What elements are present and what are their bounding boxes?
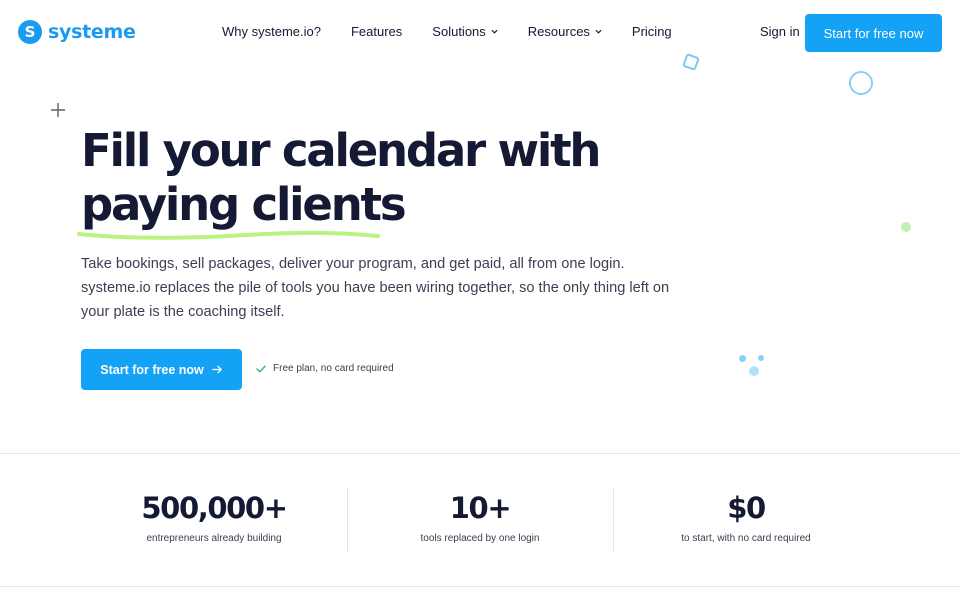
stat-value: $0 xyxy=(727,491,766,525)
logo-icon: S xyxy=(18,20,42,44)
stats-band: 500,000+ entrepreneurs already building … xyxy=(0,453,960,587)
nav-item-label: Pricing xyxy=(631,24,672,39)
stat-value: 500,000+ xyxy=(141,491,288,525)
nav-item-solutions[interactable]: Solutions xyxy=(432,24,498,39)
decorative-dot xyxy=(758,355,764,361)
hero-title-line2: paying clients xyxy=(81,178,407,231)
hero-cta-label: Start for free now xyxy=(100,362,204,377)
plus-icon xyxy=(51,103,65,117)
check-icon xyxy=(256,365,266,372)
chevron-down-icon xyxy=(491,29,498,34)
stat-label: to start, with no card required xyxy=(681,533,811,544)
nav-item-label: Solutions xyxy=(432,24,486,39)
site-header: S systeme Why systeme.io? Features Solut… xyxy=(0,0,960,66)
stat-label: entrepreneurs already building xyxy=(146,533,282,544)
decorative-dot xyxy=(749,366,759,376)
header-cta-button[interactable]: Start for free now xyxy=(805,14,942,52)
chevron-down-icon xyxy=(595,29,602,34)
nav-item-pricing[interactable]: Pricing xyxy=(632,24,672,39)
nav-item-resources[interactable]: Resources xyxy=(528,24,602,39)
decorative-dot xyxy=(901,222,911,232)
hero-description: Take bookings, sell packages, deliver yo… xyxy=(81,256,670,320)
nav-item-label: Why systeme.io? xyxy=(222,24,321,39)
nav-item-label: Features xyxy=(350,24,403,39)
nav-item-label: Resources xyxy=(527,24,590,39)
hero-cta-button[interactable]: Start for free now xyxy=(81,349,242,390)
free-plan-note: Free plan, no card required xyxy=(256,363,394,374)
sign-in-link[interactable]: Sign in xyxy=(760,24,800,39)
free-plan-note-text: Free plan, no card required xyxy=(273,363,394,374)
stat-item: 500,000+ entrepreneurs already building xyxy=(81,454,347,586)
nav-item-features[interactable]: Features xyxy=(351,24,402,39)
decorative-dot xyxy=(739,355,746,362)
stat-label: tools replaced by one login xyxy=(420,533,540,544)
stat-item: 10+ tools replaced by one login xyxy=(347,454,613,586)
logo-text: systeme xyxy=(48,21,136,43)
nav-item-why[interactable]: Why systeme.io? xyxy=(222,24,321,39)
decorative-ring xyxy=(849,71,873,95)
logo[interactable]: S systeme xyxy=(18,20,136,44)
highlight-underline xyxy=(77,230,380,240)
stat-item: $0 to start, with no card required xyxy=(613,454,879,586)
arrow-right-icon xyxy=(212,365,222,374)
main-nav: Why systeme.io? Features Solutions Resou… xyxy=(222,24,672,39)
stat-value: 10+ xyxy=(449,491,512,525)
hero-title: Fill your calendar with paying clients xyxy=(81,124,601,232)
hero-title-line1: Fill your calendar with xyxy=(81,124,601,177)
